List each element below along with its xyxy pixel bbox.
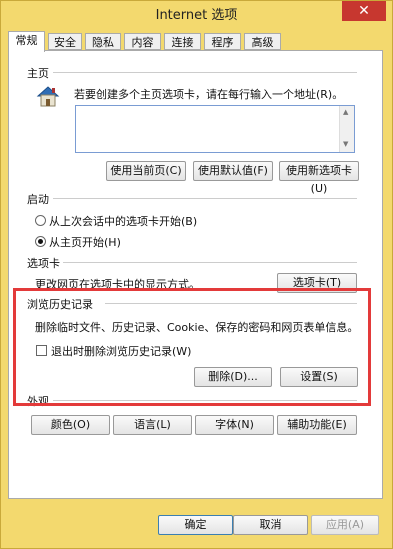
radio-home-page[interactable] [35,236,46,247]
radio-last-session-label: 从上次会话中的选项卡开始(B) [49,215,198,228]
scroll-down-icon[interactable]: ▼ [343,140,348,148]
use-new-tab-button[interactable]: 使用新选项卡(U) [279,161,359,195]
ok-button[interactable]: 确定 [158,515,233,535]
home-hint: 若要创建多个主页选项卡，请在每行输入一个地址(R)。 [74,88,344,101]
tab-content[interactable]: 内容 [124,33,161,50]
tab-security[interactable]: 安全 [48,33,82,50]
house-icon [35,83,61,109]
use-default-button[interactable]: 使用默认值(F) [193,161,273,181]
colors-button[interactable]: 颜色(O) [31,415,110,435]
tab-advanced[interactable]: 高级 [244,33,281,50]
tabs-section-label: 选项卡 [27,257,60,270]
internet-options-window: Internet 选项 ✕ 常规 安全 隐私 内容 连接 程序 高级 主页 若要… [0,0,393,549]
scrollbar[interactable]: ▲ ▼ [339,106,354,152]
window-title: Internet 选项 [155,8,238,23]
tab-general[interactable]: 常规 [8,31,45,52]
home-page-input[interactable]: ▲ ▼ [75,105,355,153]
radio-home-page-label: 从主页开始(H) [49,236,121,249]
use-current-button[interactable]: 使用当前页(C) [106,161,186,181]
close-button[interactable]: ✕ [342,1,386,21]
divider [53,198,357,199]
title-bar: Internet 选项 ✕ [1,1,392,25]
radio-last-session[interactable] [35,215,46,226]
tab-privacy[interactable]: 隐私 [85,33,121,50]
divider [53,72,357,73]
tab-programs[interactable]: 程序 [204,33,241,50]
tab-connections[interactable]: 连接 [164,33,201,50]
cancel-button[interactable]: 取消 [233,515,308,535]
fonts-button[interactable]: 字体(N) [195,415,274,435]
startup-section-label: 启动 [27,193,49,206]
apply-button[interactable]: 应用(A) [311,515,379,535]
scroll-up-icon[interactable]: ▲ [343,108,348,116]
highlight-box [13,288,371,406]
home-section-label: 主页 [27,67,49,80]
languages-button[interactable]: 语言(L) [113,415,192,435]
accessibility-button[interactable]: 辅助功能(E) [277,415,357,435]
divider [63,262,357,263]
